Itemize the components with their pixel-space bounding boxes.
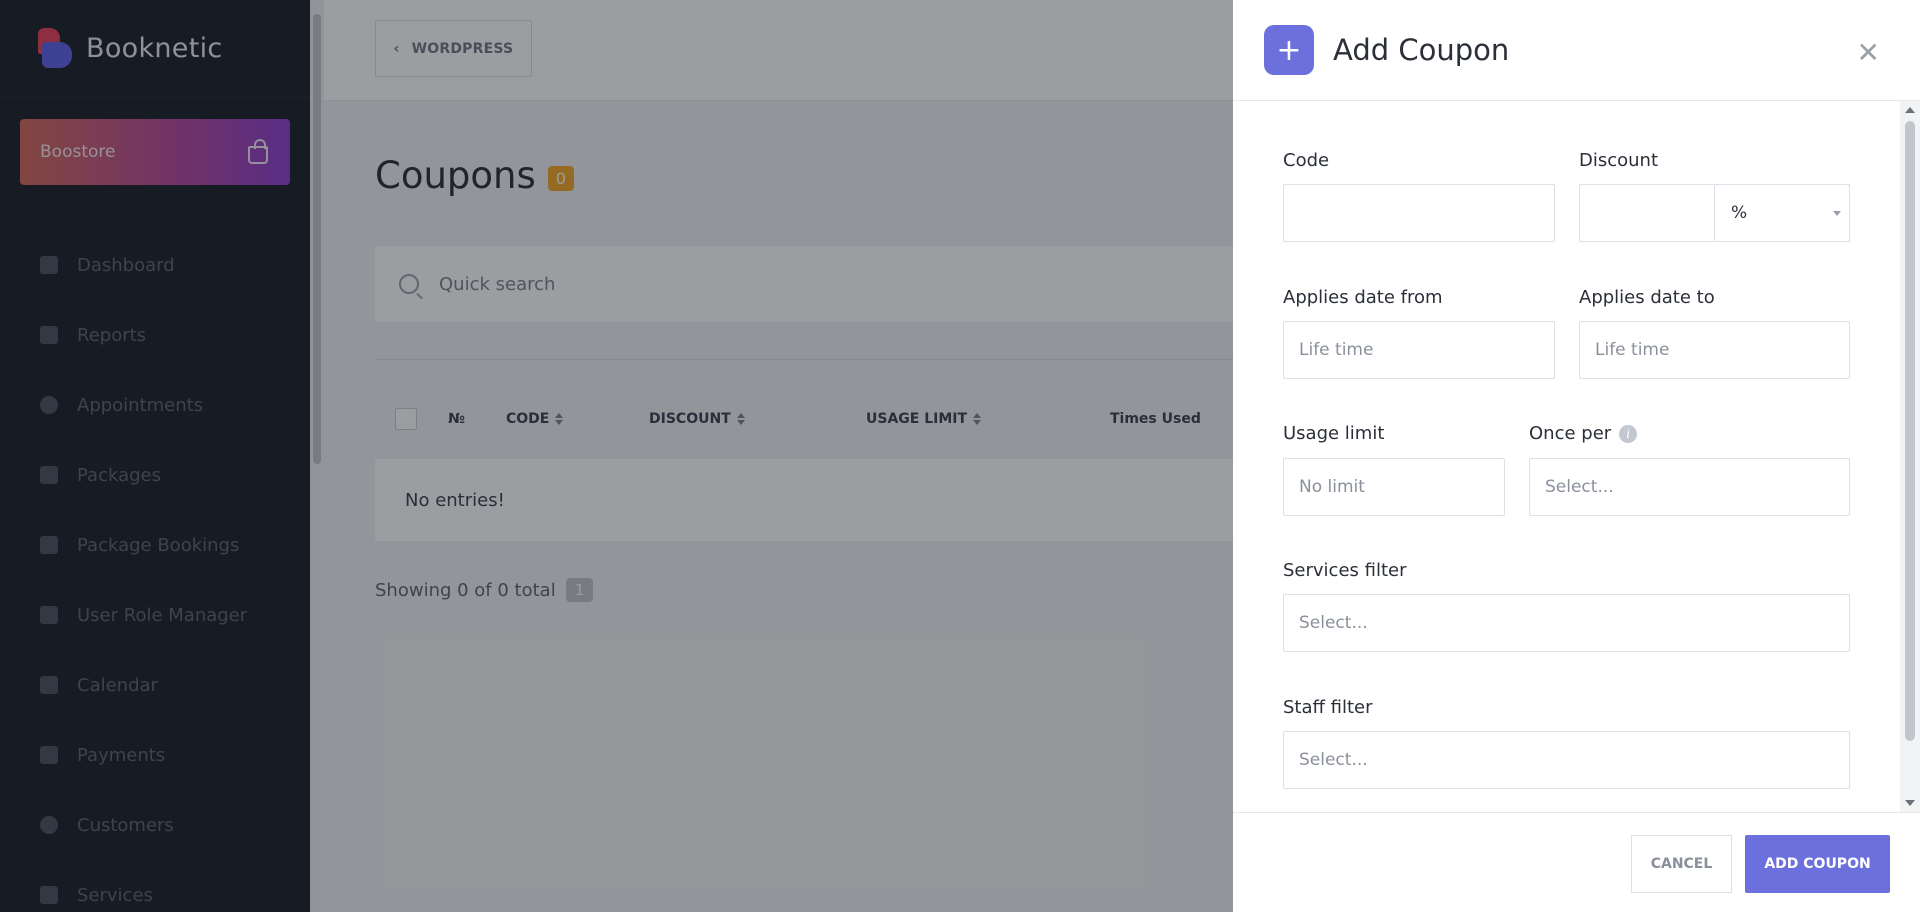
drawer-scrollbar[interactable] xyxy=(1900,101,1920,812)
modal-overlay[interactable] xyxy=(0,0,1233,912)
staff-filter-select[interactable]: Select... xyxy=(1283,731,1850,789)
scrollbar-thumb[interactable] xyxy=(1905,121,1915,741)
info-icon[interactable]: i xyxy=(1619,424,1638,443)
usage-limit-label: Usage limit xyxy=(1283,423,1385,444)
plus-icon: + xyxy=(1264,25,1314,75)
close-icon[interactable]: ✕ xyxy=(1857,36,1880,69)
drawer-title: Add Coupon xyxy=(1333,33,1510,67)
drawer-header: + Add Coupon ✕ xyxy=(1233,0,1920,101)
scroll-up-icon[interactable] xyxy=(1905,107,1915,113)
once-per-label-text: Once per xyxy=(1529,423,1612,444)
staff-filter-label: Staff filter xyxy=(1283,697,1373,718)
date-from-field[interactable]: Life time xyxy=(1283,321,1555,379)
coupon-form: Code Discount % Applies date from Life t… xyxy=(1233,101,1900,812)
drawer-footer: CANCEL ADD COUPON xyxy=(1233,812,1920,912)
discount-type-value: % xyxy=(1731,203,1748,223)
caret-down-icon xyxy=(1833,211,1841,216)
discount-type-select[interactable]: % xyxy=(1715,184,1850,242)
date-to-field[interactable]: Life time xyxy=(1579,321,1850,379)
cancel-button[interactable]: CANCEL xyxy=(1631,835,1732,893)
services-filter-select[interactable]: Select... xyxy=(1283,594,1850,652)
once-per-label: Once per i xyxy=(1529,423,1638,444)
usage-limit-field[interactable]: No limit xyxy=(1283,458,1505,516)
date-from-label: Applies date from xyxy=(1283,287,1443,308)
code-label: Code xyxy=(1283,150,1330,171)
scroll-down-icon[interactable] xyxy=(1905,800,1915,806)
add-coupon-drawer: + Add Coupon ✕ Code Discount % Applies d… xyxy=(1233,0,1920,912)
once-per-select[interactable]: Select... xyxy=(1529,458,1850,516)
discount-field[interactable] xyxy=(1579,184,1715,242)
code-field[interactable] xyxy=(1283,184,1555,242)
add-coupon-button[interactable]: ADD COUPON xyxy=(1745,835,1890,893)
date-to-label: Applies date to xyxy=(1579,287,1715,308)
discount-label: Discount xyxy=(1579,150,1659,171)
services-filter-label: Services filter xyxy=(1283,560,1407,581)
